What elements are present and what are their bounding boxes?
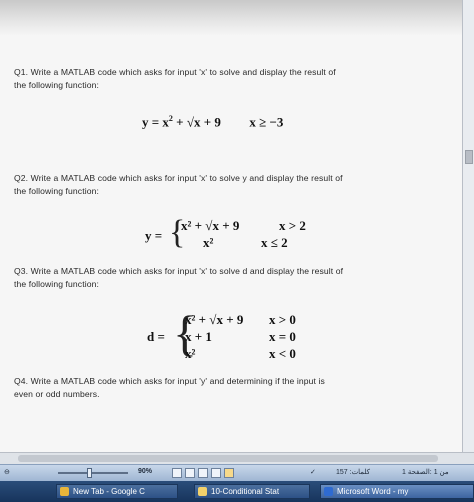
page-indicator[interactable]: 1 من 1 :الصفحة xyxy=(402,468,449,476)
equation-1: y = x2 + √x + 9 x ≥ −3 xyxy=(142,114,284,130)
equation-2-case-1: x² + √x + 9 xyxy=(181,218,240,233)
question-4-line-2: even or odd numbers. xyxy=(14,389,100,399)
taskbar-item-folder-label: 10-Conditional Stat xyxy=(211,487,280,496)
full-screen-reading-icon[interactable] xyxy=(211,468,221,478)
equation-2-condition-2: x ≤ 2 xyxy=(261,235,288,250)
document-page: Q1. Write a MATLAB code which asks for i… xyxy=(0,0,462,452)
zoom-out-icon[interactable]: ⊖ xyxy=(4,468,10,476)
print-layout-icon[interactable] xyxy=(224,468,234,478)
folder-icon xyxy=(198,487,207,496)
equation-3-case-1: x² + √x + 9 xyxy=(185,312,244,327)
equation-3: d = { x² + √x + 9 x > 0 x + 1 x = 0 x² x… xyxy=(147,305,347,362)
taskbar: New Tab - Google C 10-Conditional Stat M… xyxy=(0,481,474,502)
question-1: Q1. Write a MATLAB code which asks for i… xyxy=(14,66,444,92)
equation-2-condition-1: x > 2 xyxy=(279,218,306,233)
question-3-line-2: the following function: xyxy=(14,279,99,289)
zoom-level[interactable]: 90% xyxy=(138,468,152,475)
word-icon xyxy=(324,487,333,496)
question-3-line-1: Q3. Write a MATLAB code which asks for i… xyxy=(14,266,344,276)
equation-2-lhs: y = xyxy=(145,228,163,243)
question-1-line-2: the following function: xyxy=(14,80,99,90)
chrome-icon xyxy=(60,487,69,496)
equation-3-condition-3: x < 0 xyxy=(269,346,296,361)
zoom-slider[interactable] xyxy=(58,472,128,474)
taskbar-item-chrome-label: New Tab - Google C xyxy=(73,487,145,496)
equation-3-case-3: x² xyxy=(185,346,196,361)
proofing-icon[interactable]: ✓ xyxy=(310,468,316,476)
question-2: Q2. Write a MATLAB code which asks for i… xyxy=(14,172,444,198)
outline-view-icon[interactable] xyxy=(185,468,195,478)
question-4-line-1: Q4. Write a MATLAB code which asks for i… xyxy=(14,376,325,386)
web-layout-icon[interactable] xyxy=(198,468,208,478)
word-count[interactable]: 157 :كلمات xyxy=(336,468,370,476)
question-1-line-1: Q1. Write a MATLAB code which asks for i… xyxy=(14,67,336,77)
horizontal-scroll-thumb[interactable] xyxy=(18,455,438,462)
equation-2-case-2: x² xyxy=(203,235,214,250)
equation-1-lhs: y = x xyxy=(142,114,169,130)
question-2-line-2: the following function: xyxy=(14,186,99,196)
equation-3-case-2: x + 1 xyxy=(185,329,212,344)
taskbar-item-folder[interactable]: 10-Conditional Stat xyxy=(194,484,310,499)
status-bar: ⊖ 90% ✓ 157 :كلمات 1 من 1 :الصفحة xyxy=(0,464,474,481)
equation-3-condition-1: x > 0 xyxy=(269,312,296,327)
equation-1-rhs: + √x + 9 xyxy=(172,114,221,130)
vertical-scrollbar[interactable] xyxy=(462,0,474,452)
question-4: Q4. Write a MATLAB code which asks for i… xyxy=(14,375,444,401)
equation-3-condition-2: x = 0 xyxy=(269,329,296,344)
taskbar-item-word[interactable]: Microsoft Word - my xyxy=(320,484,474,499)
question-2-line-1: Q2. Write a MATLAB code which asks for i… xyxy=(14,173,343,183)
taskbar-item-word-label: Microsoft Word - my xyxy=(337,487,409,496)
equation-2: y = { x² + √x + 9 x > 2 x² x ≤ 2 xyxy=(145,214,345,252)
taskbar-item-chrome[interactable]: New Tab - Google C xyxy=(56,484,178,499)
draft-view-icon[interactable] xyxy=(172,468,182,478)
question-3: Q3. Write a MATLAB code which asks for i… xyxy=(14,265,444,291)
equation-1-condition: x ≥ −3 xyxy=(249,114,284,130)
equation-3-lhs: d = xyxy=(147,329,165,344)
vertical-scroll-thumb[interactable] xyxy=(465,150,473,164)
zoom-slider-knob[interactable] xyxy=(87,468,92,478)
